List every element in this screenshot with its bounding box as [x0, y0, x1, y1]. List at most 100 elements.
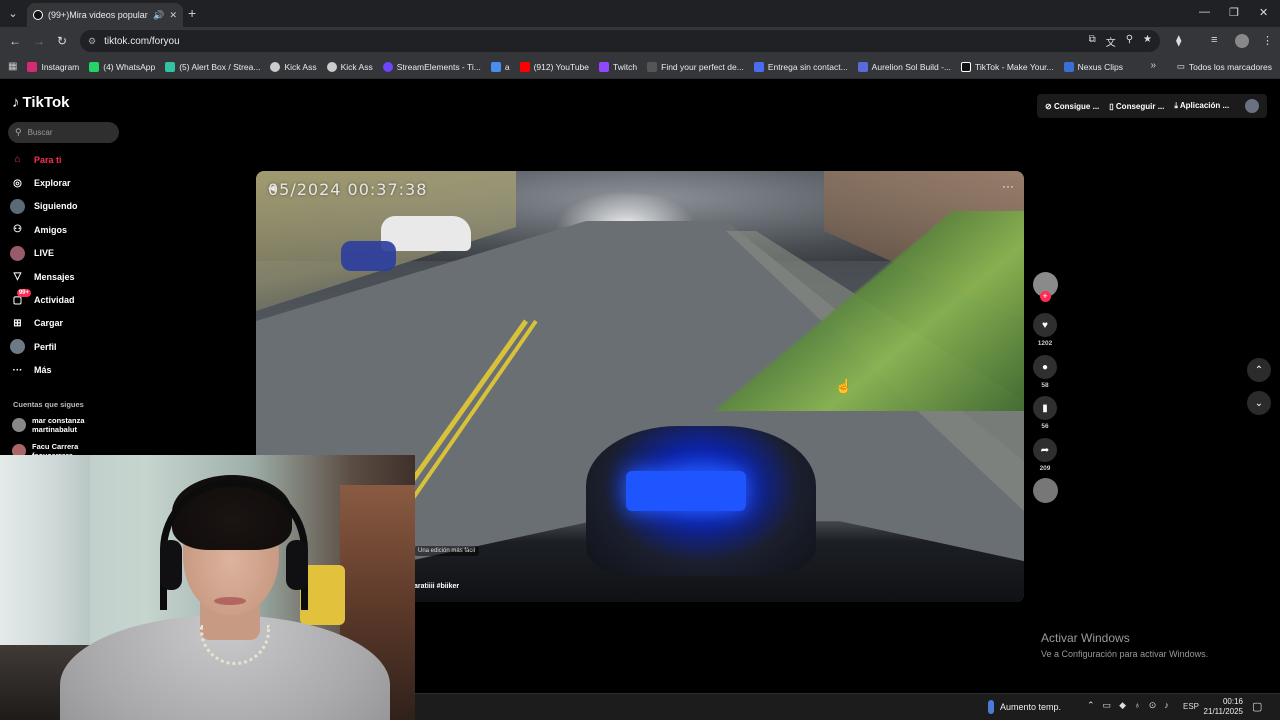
- new-tab-icon[interactable]: +: [188, 5, 196, 21]
- next-video-button[interactable]: ⌄: [1247, 391, 1271, 415]
- more-bookmarks-icon[interactable]: »: [1150, 60, 1156, 71]
- creator-avatar-button[interactable]: +: [1032, 272, 1058, 302]
- music-disc-button[interactable]: [1032, 478, 1058, 503]
- activity-icon: ▢ 99+: [12, 288, 31, 306]
- save-button[interactable]: ▮ 56: [1032, 396, 1058, 430]
- nav-item-mensajes[interactable]: ▽ Mensajes: [10, 265, 150, 288]
- webcam-overlay: [0, 455, 415, 720]
- microphone-icon[interactable]: ♁: [1134, 700, 1141, 711]
- nav-item-amigos[interactable]: ⚇ Amigos: [10, 218, 150, 241]
- language-indicator[interactable]: ESP: [1183, 702, 1199, 711]
- forward-icon[interactable]: →: [33, 34, 45, 48]
- reload-icon[interactable]: ↻: [57, 34, 67, 48]
- browser-tab-active[interactable]: (99+)Mira videos populares 🔊 ✕: [27, 3, 183, 27]
- bookmark-item[interactable]: Kick Ass: [326, 61, 373, 72]
- follow-plus-icon[interactable]: +: [1039, 291, 1051, 302]
- previous-video-button[interactable]: ⌃: [1247, 358, 1271, 382]
- bookmark-item[interactable]: StreamElements - Ti...: [382, 61, 481, 72]
- search-box[interactable]: ⚲: [8, 122, 119, 143]
- browser-toolbar: ← → ↻ ⚙ tiktok.com/foryou ⧉ 文 ⚲ ★ ⧫ ≡ ⋮: [0, 27, 1280, 55]
- apps-grid-icon[interactable]: ▦: [8, 61, 17, 72]
- network-tray-icon[interactable]: ▭: [1103, 700, 1112, 711]
- bookmark-item[interactable]: (4) WhatsApp: [89, 61, 155, 72]
- chevron-up-icon: ⌃: [1254, 364, 1264, 376]
- account-name: Facu Carrera: [32, 442, 79, 451]
- video-caption[interactable]: aratiiii #biiker: [414, 583, 459, 590]
- bookmark-item[interactable]: Nexus Clips: [1063, 61, 1123, 72]
- chevron-down-icon: ⌄: [1254, 397, 1264, 409]
- bookmark-item[interactable]: TikTok - Make Your...: [961, 61, 1054, 72]
- user-avatar[interactable]: [1245, 99, 1259, 113]
- tiktok-logo-icon: ♪: [12, 94, 20, 111]
- account-handle: martinabalut: [32, 425, 78, 434]
- home-icon: ⌂: [14, 154, 21, 166]
- app-tray-icon-2[interactable]: ⊙: [1149, 700, 1157, 711]
- install-app-icon[interactable]: ⧉: [1089, 34, 1096, 49]
- bookmark-item[interactable]: Aurelion Sol Build -...: [857, 61, 951, 72]
- bookmark-item[interactable]: Twitch: [599, 61, 637, 72]
- clock[interactable]: 00:16 21/11/2025: [1203, 697, 1243, 717]
- close-tab-icon[interactable]: ✕: [169, 10, 177, 21]
- bookmark-item[interactable]: Kick Ass: [270, 61, 317, 72]
- weather-widget[interactable]: Aumento temp.: [988, 700, 1061, 714]
- share-button[interactable]: ➦ 209: [1032, 438, 1058, 472]
- followed-account[interactable]: mar constanza martinabalut: [12, 416, 85, 434]
- pc-app-button[interactable]: ⤓ Aplicación ...: [1174, 101, 1229, 111]
- tab-search-icon[interactable]: ⌄: [4, 5, 22, 23]
- address-bar[interactable]: ⚙ tiktok.com/foryou ⧉ 文 ⚲ ★: [80, 30, 1160, 52]
- video-edit-tag[interactable]: Una edición más fácil: [414, 546, 480, 556]
- search-input[interactable]: [27, 128, 108, 137]
- bookmark-item[interactable]: Instagram: [27, 61, 79, 72]
- video-timestamp: 05/2024 00:37:38: [268, 180, 428, 199]
- media-controls-icon[interactable]: ≡: [1211, 34, 1217, 46]
- translate-icon[interactable]: 文: [1106, 34, 1116, 49]
- nav-item-siguiendo[interactable]: Siguiendo: [10, 195, 150, 218]
- notifications-icon[interactable]: ▢: [1252, 700, 1262, 713]
- nav-item-explorar[interactable]: ◎ Explorar: [10, 171, 150, 194]
- nav-item-live[interactable]: LIVE: [10, 242, 150, 265]
- bookmark-star-icon[interactable]: ★: [1143, 34, 1152, 49]
- nav-item-para-ti[interactable]: ⌂ Para ti: [10, 148, 150, 171]
- friends-icon: ⚇: [13, 224, 22, 236]
- site-info-icon[interactable]: ⚙: [88, 36, 96, 47]
- speaker-icon[interactable]: 🔊: [153, 10, 164, 21]
- app-tray-icon[interactable]: ◆: [1119, 700, 1126, 711]
- nav-item-perfil[interactable]: Perfil: [10, 335, 150, 358]
- browser-profile-avatar[interactable]: [1235, 34, 1249, 48]
- instagram-icon: [27, 61, 38, 72]
- bookmark-item[interactable]: (912) YouTube: [519, 61, 589, 72]
- back-icon[interactable]: ←: [9, 34, 21, 48]
- close-window-icon[interactable]: ✕: [1259, 6, 1268, 19]
- site-icon: [1063, 61, 1074, 72]
- like-count: 1202: [1037, 340, 1053, 347]
- video-more-icon[interactable]: ···: [1002, 179, 1014, 193]
- clock-time: 00:16: [1222, 697, 1243, 706]
- tiktok-logo[interactable]: ♪ TikTok: [12, 94, 69, 111]
- zoom-icon[interactable]: ⚲: [1126, 34, 1133, 49]
- all-bookmarks-button[interactable]: ▭ Todos los marcadores: [1177, 61, 1272, 72]
- search-icon: ⚲: [15, 127, 22, 137]
- speaker-icon[interactable]: ♪: [1164, 700, 1169, 711]
- like-button[interactable]: ♥ 1202: [1032, 313, 1058, 347]
- bookmark-item[interactable]: Entrega sin contact...: [753, 61, 848, 72]
- restore-icon[interactable]: ❐: [1229, 6, 1239, 19]
- menu-icon[interactable]: ⋮: [1262, 34, 1273, 47]
- bookmark-item[interactable]: Find your perfect de...: [647, 61, 744, 72]
- tray-overflow-icon[interactable]: ⌃: [1087, 700, 1095, 711]
- streamlabs-icon: [165, 61, 176, 72]
- nav-item-cargar[interactable]: ⊞ Cargar: [10, 312, 150, 335]
- bookmark-item[interactable]: a: [490, 61, 510, 72]
- share-icon: ➦: [1033, 438, 1057, 462]
- get-app-button[interactable]: ▯ Conseguir ...: [1109, 102, 1164, 111]
- live-icon: [10, 245, 25, 261]
- nav-item-mas[interactable]: ··· Más: [10, 359, 150, 382]
- share-count: 209: [1039, 465, 1051, 472]
- extensions-icon[interactable]: ⧫: [1176, 34, 1181, 47]
- creator-avatar: +: [1032, 272, 1058, 302]
- get-coins-button[interactable]: ⊘ Consigue ...: [1045, 102, 1099, 111]
- nav-item-actividad[interactable]: ▢ 99+ Actividad: [10, 288, 150, 311]
- upload-icon: ⊞: [13, 317, 22, 329]
- bookmark-item[interactable]: (5) Alert Box / Strea...: [165, 61, 260, 72]
- comment-button[interactable]: ● 58: [1032, 355, 1058, 389]
- minimize-icon[interactable]: —: [1199, 6, 1210, 18]
